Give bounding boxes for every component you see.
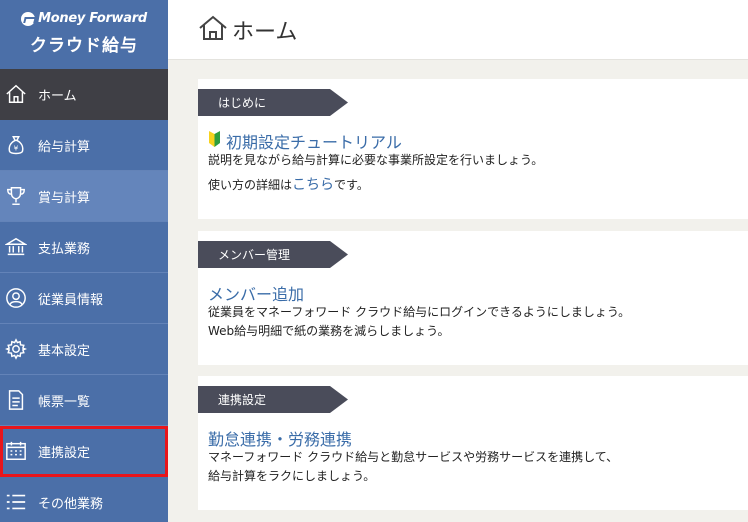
beginner-mark-icon: [208, 131, 221, 151]
card-line-2: 給与計算をラクにしましょう。: [208, 469, 376, 484]
card-tag: 連携設定: [198, 386, 348, 413]
sidebar-item-payroll[interactable]: ¥ 給与計算: [0, 120, 168, 171]
add-member-link-text: メンバー追加: [208, 285, 305, 304]
card-description: マネーフォワード クラウド給与と勤怠サービスや労務サービスを連携して、 給与計算…: [208, 448, 618, 486]
sidebar: Money Forward クラウド給与 ホーム ¥ 給与計算 賞与計算 支払業…: [0, 0, 168, 522]
sidebar-item-employees[interactable]: 従業員情報: [0, 273, 168, 324]
card-line-2: Web給与明細で紙の業務を減らしましょう。: [208, 324, 450, 339]
sidebar-item-label: 基本設定: [38, 343, 91, 359]
card-tag: メンバー管理: [198, 241, 348, 268]
brand-top: Money Forward: [0, 11, 168, 26]
sidebar-item-label: 給与計算: [38, 139, 91, 155]
add-member-link[interactable]: メンバー追加: [208, 281, 304, 305]
attendance-integration-link[interactable]: 勤怠連携・労務連携: [208, 426, 352, 450]
card-description: 従業員をマネーフォワード クラウド給与にログインできるようにしましょう。 Web…: [208, 303, 630, 341]
sidebar-item-integration-settings[interactable]: 連携設定: [0, 426, 168, 477]
bank-icon: [4, 235, 28, 259]
tutorial-link[interactable]: 初期設定チュートリアル: [208, 129, 402, 153]
attendance-integration-link-text: 勤怠連携・労務連携: [208, 430, 353, 449]
sidebar-item-basic-settings[interactable]: 基本設定: [0, 324, 168, 375]
money-bag-icon: ¥: [4, 133, 28, 157]
sidebar-item-label: その他業務: [38, 496, 104, 512]
card-line-1: 従業員をマネーフォワード クラウド給与にログインできるようにしましょう。: [208, 305, 631, 319]
home-icon: [198, 14, 228, 46]
main-content: ホーム はじめに 初期設定チュートリアル 説明を見ながら給与計算に必要な事業所設…: [168, 0, 748, 522]
card-line-2-prefix: 使い方の詳細は: [208, 178, 293, 193]
card-integration-settings: 連携設定 勤怠連携・労務連携 マネーフォワード クラウド給与と勤怠サービスや労務…: [198, 376, 748, 510]
money-forward-logo-icon: [21, 11, 36, 26]
sidebar-item-label: 従業員情報: [38, 292, 104, 308]
sidebar-item-label: 賞与計算: [38, 190, 91, 206]
card-line-1: マネーフォワード クラウド給与と勤怠サービスや労務サービスを連携して、: [208, 450, 619, 464]
card-line-2-suffix: です。: [334, 178, 369, 193]
sidebar-nav: ホーム ¥ 給与計算 賞与計算 支払業務 従業員情報 基本設定 帳票一覧 連携設…: [0, 69, 168, 522]
brand-top-text: Money Forward: [38, 11, 147, 26]
sidebar-item-label: 帳票一覧: [38, 394, 91, 410]
sidebar-item-other-tasks[interactable]: その他業務: [0, 477, 168, 522]
help-link[interactable]: こちら: [292, 177, 334, 193]
sidebar-item-label: ホーム: [38, 88, 77, 104]
user-icon: [4, 286, 28, 310]
card-description: 説明を見ながら給与計算に必要な事業所設定を行いましょう。 使い方の詳細はこちらで…: [208, 151, 543, 197]
brand-bottom-text: クラウド給与: [30, 36, 138, 56]
page-title: ホーム: [232, 19, 298, 45]
sidebar-item-label: 連携設定: [38, 445, 91, 461]
tutorial-link-text: 初期設定チュートリアル: [226, 133, 402, 152]
card-tag: はじめに: [198, 89, 348, 116]
card-line-1: 説明を見ながら給与計算に必要な事業所設定を行いましょう。: [208, 153, 544, 167]
svg-text:¥: ¥: [14, 144, 19, 153]
brand-logo[interactable]: Money Forward クラウド給与: [0, 0, 168, 69]
document-icon: [4, 388, 28, 412]
sidebar-item-label: 支払業務: [38, 241, 91, 257]
list-icon: [4, 490, 28, 514]
sidebar-item-bonus[interactable]: 賞与計算: [0, 171, 168, 222]
calendar-icon: [4, 439, 28, 463]
page-header: ホーム: [168, 0, 748, 60]
sidebar-item-payment[interactable]: 支払業務: [0, 222, 168, 273]
sidebar-item-reports[interactable]: 帳票一覧: [0, 375, 168, 426]
sidebar-item-home[interactable]: ホーム: [0, 69, 168, 120]
gear-icon: [4, 337, 28, 361]
home-icon: [4, 82, 28, 106]
card-line-2: 使い方の詳細はこちらです。: [208, 174, 543, 196]
card-getting-started: はじめに 初期設定チュートリアル 説明を見ながら給与計算に必要な事業所設定を行い…: [198, 79, 748, 219]
trophy-icon: [4, 184, 28, 208]
card-member-management: メンバー管理 メンバー追加 従業員をマネーフォワード クラウド給与にログインでき…: [198, 231, 748, 365]
